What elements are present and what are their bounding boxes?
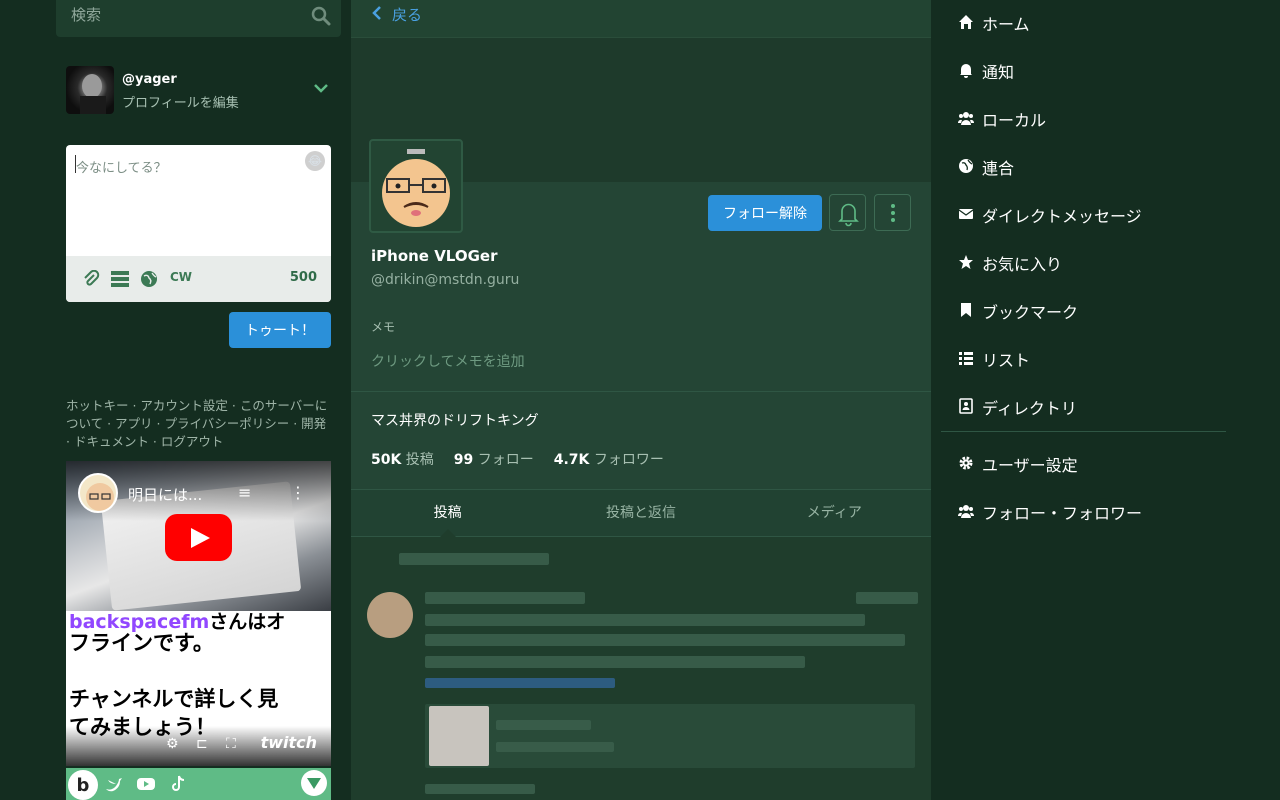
nav-preferences[interactable]: ユーザー設定 bbox=[941, 441, 1226, 489]
vertical-ellipsis-icon bbox=[891, 204, 895, 222]
play-button-icon[interactable] bbox=[165, 514, 232, 561]
twitch-offline-message: フラインです。 チャンネルで詳しく見 てみましょう！ bbox=[69, 631, 279, 739]
nav-favourites[interactable]: お気に入り bbox=[941, 240, 1226, 288]
compose-form: 今なにしてる？ 😂 CW 500 bbox=[66, 145, 331, 302]
bell-icon bbox=[838, 203, 859, 227]
profile-column: 戻る フォロー解除 iPhone VLOGer @drikin@mstdn.gu… bbox=[351, 0, 931, 800]
bell-icon bbox=[960, 64, 972, 78]
nav-federated[interactable]: 連合 bbox=[941, 144, 1226, 192]
nav-label: フォロー・フォロワー bbox=[982, 504, 1143, 523]
users-icon bbox=[958, 112, 974, 125]
nav-follows-and-followers[interactable]: フォロー・フォロワー bbox=[941, 489, 1226, 537]
unfollow-button[interactable]: フォロー解除 bbox=[708, 195, 822, 231]
tab-media[interactable]: メディア bbox=[738, 490, 931, 536]
nav-label: 通知 bbox=[982, 63, 1015, 82]
nav-label: ホーム bbox=[982, 15, 1030, 34]
compose-toolbar: CW 500 bbox=[66, 256, 331, 302]
users-icon bbox=[958, 505, 974, 518]
profile-stats: 50K 投稿 99 フォロー 4.7K フォロワー bbox=[371, 449, 664, 469]
tab-posts-and-replies[interactable]: 投稿と返信 bbox=[544, 490, 737, 536]
nav-label: リスト bbox=[982, 351, 1031, 370]
nav-label: お気に入り bbox=[982, 255, 1063, 274]
cast-icon[interactable]: ⊏ bbox=[196, 736, 208, 752]
navigation-column: ホーム 通知 ローカル 連合 ダイレクトメッセージ お気に入り ブックマーク リ… bbox=[941, 0, 1226, 800]
compose-textarea[interactable]: 今なにしてる？ bbox=[76, 157, 167, 176]
compose-column: 検索 @yager プロフィールを編集 今なにしてる？ 😂 CW 500 トゥー… bbox=[56, 0, 341, 800]
back-button[interactable]: 戻る bbox=[392, 4, 422, 25]
social-bar: b bbox=[66, 768, 331, 800]
chevron-down-icon[interactable] bbox=[313, 80, 329, 96]
posts-count[interactable]: 50K 投稿 bbox=[371, 449, 434, 469]
paperclip-icon[interactable] bbox=[82, 270, 100, 288]
account-box: @yager プロフィールを編集 bbox=[66, 66, 341, 116]
followers-count[interactable]: 4.7K フォロワー bbox=[554, 449, 664, 469]
footer-links[interactable]: ホットキー · アカウント設定 · このサーバーについて · アプリ · プライ… bbox=[66, 397, 331, 451]
video-title[interactable]: 明日には... bbox=[128, 484, 202, 505]
address-book-icon bbox=[959, 398, 973, 414]
emoji-picker-icon[interactable]: 😂 bbox=[305, 151, 325, 171]
nav-bookmarks[interactable]: ブックマーク bbox=[941, 288, 1226, 336]
star-icon bbox=[959, 255, 973, 269]
character-counter: 500 bbox=[289, 270, 317, 285]
nav-label: ローカル bbox=[982, 111, 1047, 130]
scroll-down-icon[interactable] bbox=[301, 770, 327, 796]
nav-label: ダイレクトメッセージ bbox=[982, 207, 1142, 226]
nav-divider bbox=[941, 431, 1226, 432]
memo-label: メモ bbox=[371, 320, 396, 334]
search-input[interactable]: 検索 bbox=[71, 4, 101, 25]
notify-toggle-button[interactable] bbox=[829, 194, 866, 231]
avatar[interactable] bbox=[66, 66, 114, 114]
profile-bio: マス丼界のドリフトキング bbox=[371, 413, 539, 429]
account-handle: @yager bbox=[122, 72, 177, 87]
globe-icon bbox=[959, 159, 973, 173]
twitter-icon[interactable] bbox=[104, 774, 124, 794]
fullscreen-icon[interactable]: ⛶ bbox=[226, 736, 236, 752]
following-count[interactable]: 99 フォロー bbox=[454, 449, 534, 469]
nav-label: ディレクトリ bbox=[982, 399, 1077, 418]
tab-posts[interactable]: 投稿 bbox=[351, 490, 544, 537]
search-icon[interactable] bbox=[311, 6, 331, 26]
channel-avatar[interactable] bbox=[78, 473, 118, 513]
nav-lists[interactable]: リスト bbox=[941, 336, 1226, 384]
bookmark-icon bbox=[961, 303, 971, 317]
youtube-icon[interactable] bbox=[136, 774, 156, 794]
nav-label: ブックマーク bbox=[982, 303, 1079, 322]
account-handle: @drikin@mstdn.guru bbox=[371, 272, 520, 288]
nav-direct-messages[interactable]: ダイレクトメッセージ bbox=[941, 192, 1226, 240]
chevron-left-icon[interactable] bbox=[371, 5, 383, 21]
nav-notifications[interactable]: 通知 bbox=[941, 48, 1226, 96]
profile-avatar[interactable] bbox=[369, 139, 463, 233]
toot-button[interactable]: トゥート！ bbox=[229, 312, 331, 348]
edit-profile-link[interactable]: プロフィールを編集 bbox=[122, 92, 239, 111]
settings-icon[interactable]: ⚙ bbox=[166, 736, 179, 752]
poll-icon[interactable] bbox=[110, 270, 130, 288]
twitch-logo[interactable]: twitch bbox=[261, 733, 317, 752]
nav-label: ユーザー設定 bbox=[982, 456, 1078, 475]
envelope-icon bbox=[958, 209, 974, 219]
globe-icon[interactable] bbox=[140, 270, 158, 288]
more-options-button[interactable] bbox=[874, 194, 911, 231]
home-icon bbox=[959, 15, 973, 29]
youtube-embed[interactable]: 明日には... ≡ ⋮ bbox=[66, 461, 331, 611]
content-warning-button[interactable]: CW bbox=[170, 270, 192, 284]
more-icon[interactable]: ⋮ bbox=[290, 483, 306, 502]
divider bbox=[351, 391, 931, 392]
gear-icon bbox=[959, 456, 973, 470]
list-icon bbox=[959, 352, 973, 365]
back-bar[interactable]: 戻る bbox=[351, 0, 931, 37]
nav-local[interactable]: ローカル bbox=[941, 96, 1226, 144]
tiktok-icon[interactable] bbox=[168, 774, 188, 794]
playlist-icon[interactable]: ≡ bbox=[238, 483, 251, 502]
profile-tabs: 投稿 投稿と返信 メディア bbox=[351, 489, 931, 537]
nav-home[interactable]: ホーム bbox=[941, 0, 1226, 48]
memo-input[interactable]: クリックしてメモを追加 bbox=[371, 351, 525, 371]
search-box[interactable]: 検索 bbox=[56, 0, 341, 37]
nav-label: 連合 bbox=[982, 159, 1015, 178]
backspace-icon[interactable]: b bbox=[68, 770, 98, 800]
nav-directory[interactable]: ディレクトリ bbox=[941, 384, 1226, 432]
twitch-embed[interactable]: backspacefmさんはオ フラインです。 チャンネルで詳しく見 てみましょ… bbox=[66, 611, 331, 766]
display-name: iPhone VLOGer bbox=[371, 247, 498, 265]
